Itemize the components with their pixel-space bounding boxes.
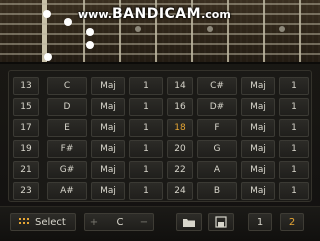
slot-row: 23 A# Maj 1 24 B Maj 1 (13, 182, 309, 200)
slot-root-note[interactable]: F# (47, 140, 87, 158)
slot-row: 19 F# Maj 1 20 G Maj 1 (13, 140, 309, 158)
slot-value[interactable]: 1 (129, 119, 163, 137)
watermark-suffix: .com (201, 8, 231, 21)
slot-value[interactable]: 1 (279, 182, 309, 200)
slot-chord-type[interactable]: Maj (241, 77, 275, 95)
fretboard-nut (42, 0, 47, 62)
slot-chord-type[interactable]: Maj (241, 98, 275, 116)
slot-root-note[interactable]: A# (47, 182, 87, 200)
slot-number[interactable]: 19 (13, 140, 39, 158)
folder-icon (183, 218, 195, 227)
save-icon (215, 216, 227, 228)
open-folder-button[interactable] (176, 213, 202, 231)
watermark-prefix: www. (78, 8, 112, 21)
slot-chord-type[interactable]: Maj (241, 140, 275, 158)
slot-chord-type[interactable]: Maj (91, 98, 125, 116)
page-1-button[interactable]: 1 (248, 213, 272, 231)
watermark: www.BANDICAM.com (78, 3, 231, 22)
finger-marker (86, 41, 94, 49)
slot-chord-type[interactable]: Maj (241, 161, 275, 179)
chord-slot-panel: 13 C Maj 1 14 C# Maj 1 15 D Maj 1 16 D# … (8, 70, 312, 202)
app-window: www.BANDICAM.com 13 C Maj 1 14 C# Maj 1 … (0, 0, 320, 241)
slot-chord-type[interactable]: Maj (91, 77, 125, 95)
slot-root-note[interactable]: D# (197, 98, 237, 116)
slot-value[interactable]: 1 (279, 119, 309, 137)
slot-root-note[interactable]: G# (47, 161, 87, 179)
slot-number[interactable]: 16 (167, 98, 193, 116)
slot-chord-type[interactable]: Maj (91, 119, 125, 137)
finger-marker (64, 18, 72, 26)
slot-value[interactable]: 1 (279, 161, 309, 179)
slot-number[interactable]: 13 (13, 77, 39, 95)
slot-chord-type[interactable]: Maj (91, 140, 125, 158)
slot-chord-type[interactable]: Maj (91, 182, 125, 200)
finger-marker (43, 10, 51, 18)
slot-number[interactable]: 21 (13, 161, 39, 179)
save-button[interactable] (208, 213, 234, 231)
slot-row: 15 D Maj 1 16 D# Maj 1 (13, 98, 309, 116)
slot-value[interactable]: 1 (129, 98, 163, 116)
slot-number[interactable]: 24 (167, 182, 193, 200)
fretboard[interactable]: www.BANDICAM.com (0, 0, 320, 64)
slot-value[interactable]: 1 (279, 140, 309, 158)
inlay-dot (135, 26, 141, 32)
bottom-toolbar: Select + C − 1 2 (0, 206, 320, 241)
slot-row: 13 C Maj 1 14 C# Maj 1 (13, 77, 309, 95)
slot-value[interactable]: 1 (279, 77, 309, 95)
slot-number[interactable]: 23 (13, 182, 39, 200)
slot-root-note[interactable]: A (197, 161, 237, 179)
inlay-dot (279, 26, 285, 32)
grid-dots-icon (19, 218, 29, 226)
slot-number[interactable]: 14 (167, 77, 193, 95)
inlay-dot (207, 26, 213, 32)
slot-row: 21 G# Maj 1 22 A Maj 1 (13, 161, 309, 179)
slot-root-note[interactable]: F (197, 119, 237, 137)
slot-value[interactable]: 1 (129, 161, 163, 179)
fret-inlays (135, 26, 285, 32)
slot-value[interactable]: 1 (129, 182, 163, 200)
slot-number[interactable]: 20 (167, 140, 193, 158)
slot-number[interactable]: 17 (13, 119, 39, 137)
slot-root-note[interactable]: G (197, 140, 237, 158)
watermark-main: BANDICAM (111, 6, 202, 22)
slot-chord-type[interactable]: Maj (241, 182, 275, 200)
slot-value[interactable]: 1 (129, 140, 163, 158)
key-decrease-button[interactable]: − (137, 214, 151, 230)
slot-chord-type[interactable]: Maj (241, 119, 275, 137)
slot-number-active[interactable]: 18 (167, 119, 193, 137)
finger-marker (86, 28, 94, 36)
slot-value[interactable]: 1 (279, 98, 309, 116)
key-increase-button[interactable]: + (87, 214, 101, 230)
slot-root-note[interactable]: B (197, 182, 237, 200)
slot-row: 17 E Maj 1 18 F Maj 1 (13, 119, 309, 137)
finger-marker (44, 53, 52, 61)
slot-root-note[interactable]: C (47, 77, 87, 95)
slot-number[interactable]: 15 (13, 98, 39, 116)
key-selector: + C − (84, 213, 154, 231)
select-button[interactable]: Select (10, 213, 76, 231)
page-2-button[interactable]: 2 (280, 213, 304, 231)
slot-chord-type[interactable]: Maj (91, 161, 125, 179)
slot-value[interactable]: 1 (129, 77, 163, 95)
key-value[interactable]: C (109, 214, 131, 230)
slot-root-note[interactable]: D (47, 98, 87, 116)
slot-number[interactable]: 22 (167, 161, 193, 179)
slot-root-note[interactable]: E (47, 119, 87, 137)
slot-root-note[interactable]: C# (197, 77, 237, 95)
select-label: Select (35, 216, 66, 228)
